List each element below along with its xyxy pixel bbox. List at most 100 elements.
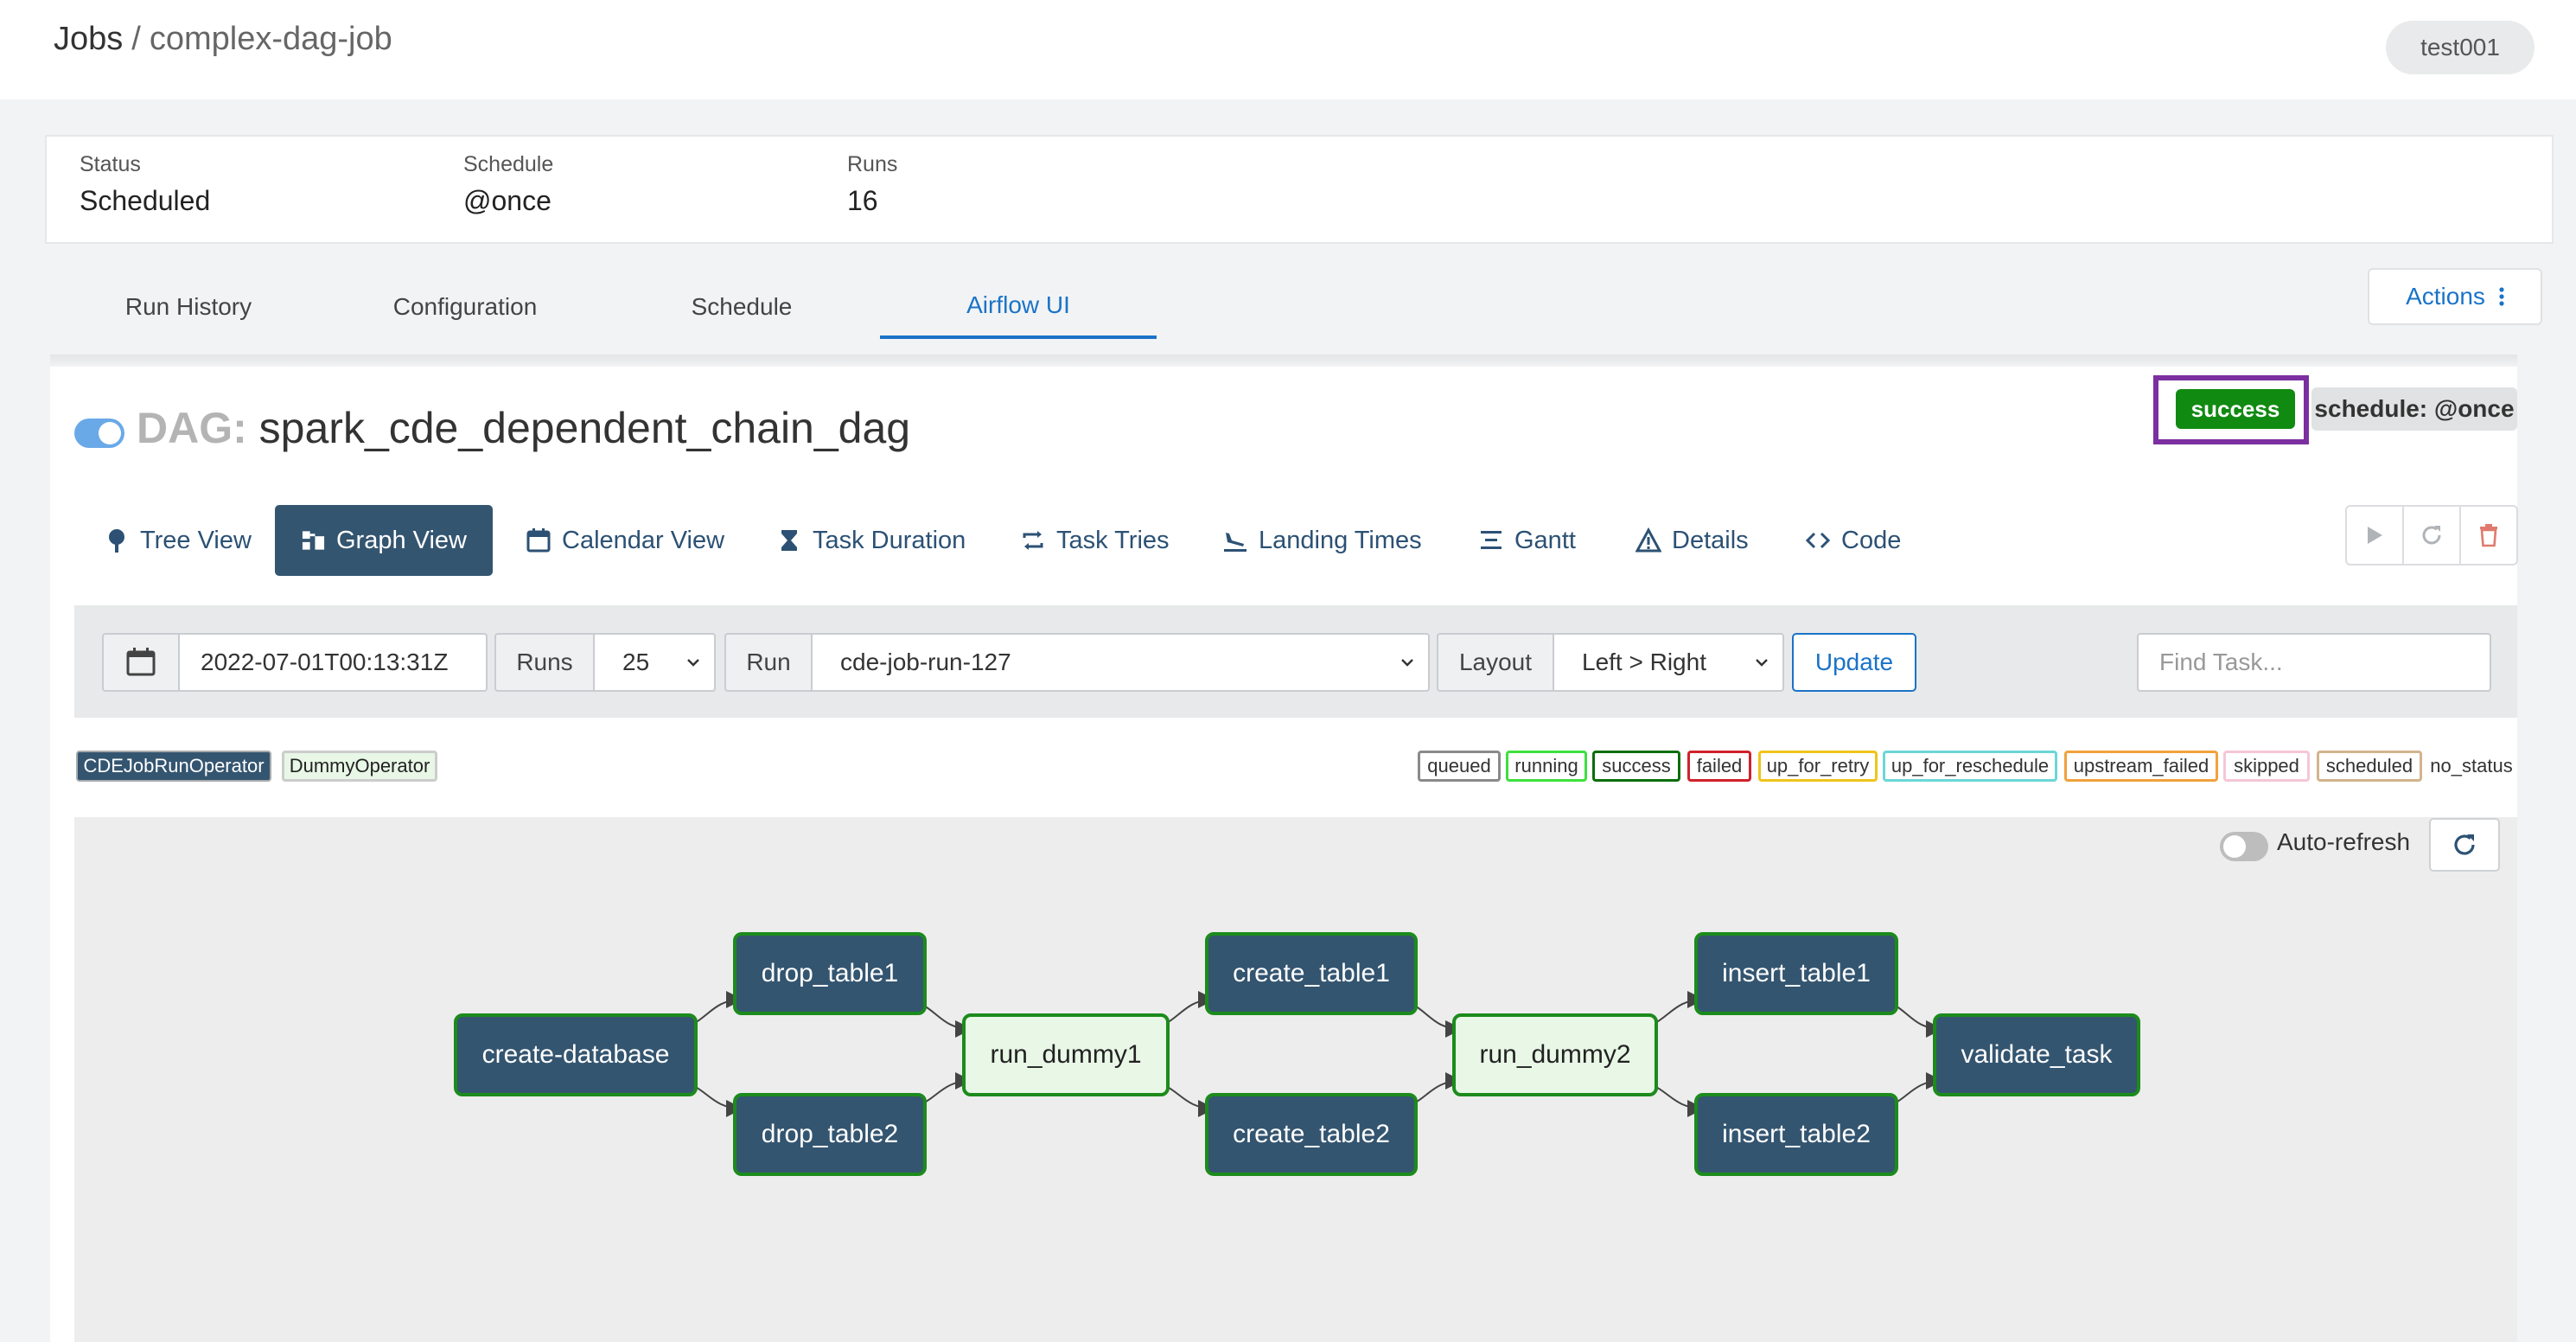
legend-up-for-retry: up_for_retry	[1758, 751, 1878, 782]
view-task-duration[interactable]: Task Duration	[776, 505, 966, 576]
refresh-icon	[2454, 834, 2475, 855]
tab-divider	[50, 355, 2517, 367]
task-node[interactable]: insert_table1	[1694, 932, 1898, 1015]
execution-date-input[interactable]: 2022-07-01T00:13:31Z	[178, 633, 488, 692]
runs-addon-label: Runs	[494, 633, 595, 692]
play-icon	[2368, 527, 2382, 544]
task-node[interactable]: run_dummy2	[1452, 1013, 1658, 1096]
dag-name: spark_cde_dependent_chain_dag	[258, 404, 911, 452]
schedule-value: @once	[463, 185, 552, 216]
date-picker-button[interactable]	[102, 633, 180, 692]
legend-failed: failed	[1687, 751, 1751, 782]
task-node[interactable]: insert_table2	[1694, 1093, 1898, 1176]
actions-button[interactable]: Actions	[2368, 268, 2542, 325]
plane-landing-icon	[1224, 533, 1247, 552]
num-runs-value: 25	[622, 649, 650, 675]
breadcrumb-job-name: complex-dag-job	[149, 21, 392, 57]
legend-running: running	[1506, 751, 1587, 782]
graph-canvas[interactable]	[74, 817, 2517, 1342]
task-node[interactable]: create-database	[454, 1013, 698, 1096]
legend-queued: queued	[1418, 751, 1501, 782]
trigger-dag-button[interactable]	[2347, 507, 2404, 564]
view-graph[interactable]: Graph View	[275, 505, 493, 576]
task-node[interactable]: create_table2	[1205, 1093, 1418, 1176]
view-landing-times-label: Landing Times	[1259, 526, 1422, 554]
refresh-icon	[2422, 526, 2441, 545]
kebab-icon	[2499, 287, 2504, 306]
legend-dummy-operator: DummyOperator	[282, 751, 437, 782]
runs-label: Runs	[847, 152, 898, 176]
dag-edges	[671, 991, 1943, 1117]
retry-arrows-icon	[1023, 531, 1043, 550]
view-code-label: Code	[1841, 526, 1902, 554]
run-id-value: cde-job-run-127	[840, 649, 1011, 675]
legend-upstream-failed: upstream_failed	[2064, 751, 2218, 782]
dag-schedule-badge: schedule: @once	[2311, 387, 2517, 431]
view-code[interactable]: Code	[1805, 505, 1901, 576]
view-task-tries-label: Task Tries	[1056, 526, 1170, 554]
layout-select[interactable]: Left > Right	[1553, 633, 1784, 692]
refresh-dag-button[interactable]	[2404, 507, 2461, 564]
run-id-select[interactable]: cde-job-run-127	[811, 633, 1430, 692]
tab-airflow-ui[interactable]: Airflow UI	[880, 275, 1157, 339]
view-gantt[interactable]: Gantt	[1478, 505, 1576, 576]
view-calendar[interactable]: Calendar View	[526, 505, 724, 576]
task-node[interactable]: create_table1	[1205, 932, 1418, 1015]
runs-value: 16	[847, 185, 878, 216]
status-value: Scheduled	[80, 185, 211, 216]
legend-up-for-reschedule: up_for_reschedule	[1883, 751, 2057, 782]
num-runs-select[interactable]: 25	[593, 633, 716, 692]
job-info-card	[45, 135, 2554, 244]
legend-scheduled: scheduled	[2317, 751, 2422, 782]
view-graph-label: Graph View	[336, 526, 467, 554]
dag-action-buttons	[2345, 505, 2518, 566]
actions-label: Actions	[2406, 283, 2485, 310]
run-addon-label: Run	[724, 633, 813, 692]
view-calendar-label: Calendar View	[562, 526, 725, 554]
view-gantt-label: Gantt	[1514, 526, 1576, 554]
user-menu[interactable]: test001	[2386, 21, 2535, 74]
legend-no-status: no_status	[2426, 751, 2517, 782]
task-node[interactable]: drop_table2	[733, 1093, 927, 1176]
find-task-input[interactable]: Find Task...	[2137, 633, 2491, 692]
tab-configuration[interactable]: Configuration	[356, 275, 574, 339]
gantt-icon	[1481, 531, 1502, 549]
delete-dag-button[interactable]	[2461, 507, 2516, 564]
view-landing-times[interactable]: Landing Times	[1222, 505, 1422, 576]
graph-refresh-button[interactable]	[2429, 818, 2500, 872]
view-task-tries[interactable]: Task Tries	[1020, 505, 1170, 576]
warning-triangle-icon	[1636, 527, 1661, 553]
dag-title: DAG: spark_cde_dependent_chain_dag	[137, 403, 910, 453]
status-label: Status	[80, 152, 141, 176]
layout-addon-label: Layout	[1437, 633, 1554, 692]
schedule-label: Schedule	[463, 152, 554, 176]
dag-status-badge: success	[2176, 389, 2295, 429]
legend-cde-operator: CDEJobRunOperator	[76, 751, 271, 782]
auto-refresh-toggle[interactable]	[2220, 832, 2268, 861]
chevron-down-icon	[1756, 659, 1768, 667]
breadcrumb: Jobs / complex-dag-job	[54, 21, 392, 58]
calendar-icon	[126, 648, 156, 676]
graph-icon	[302, 531, 325, 550]
view-tree-label: Tree View	[140, 526, 252, 554]
tree-icon	[109, 529, 124, 553]
breadcrumb-jobs-link[interactable]: Jobs	[54, 21, 123, 57]
tab-schedule[interactable]: Schedule	[657, 275, 826, 339]
chevron-down-icon	[687, 659, 699, 667]
dag-pause-toggle[interactable]	[74, 419, 124, 448]
task-node[interactable]: drop_table1	[733, 932, 927, 1015]
tab-run-history[interactable]: Run History	[95, 275, 282, 339]
view-tree[interactable]: Tree View	[104, 505, 252, 576]
task-node[interactable]: validate_task	[1933, 1013, 2140, 1096]
legend-success: success	[1592, 751, 1680, 782]
code-icon	[1805, 532, 1831, 549]
hourglass-icon	[781, 530, 797, 551]
trash-icon	[2480, 524, 2497, 547]
view-details[interactable]: Details	[1636, 505, 1749, 576]
chevron-down-icon	[1401, 659, 1413, 667]
update-button[interactable]: Update	[1792, 633, 1916, 692]
task-node[interactable]: run_dummy1	[962, 1013, 1170, 1096]
layout-value: Left > Right	[1582, 649, 1706, 675]
view-task-duration-label: Task Duration	[813, 526, 966, 554]
legend-skipped: skipped	[2223, 751, 2310, 782]
